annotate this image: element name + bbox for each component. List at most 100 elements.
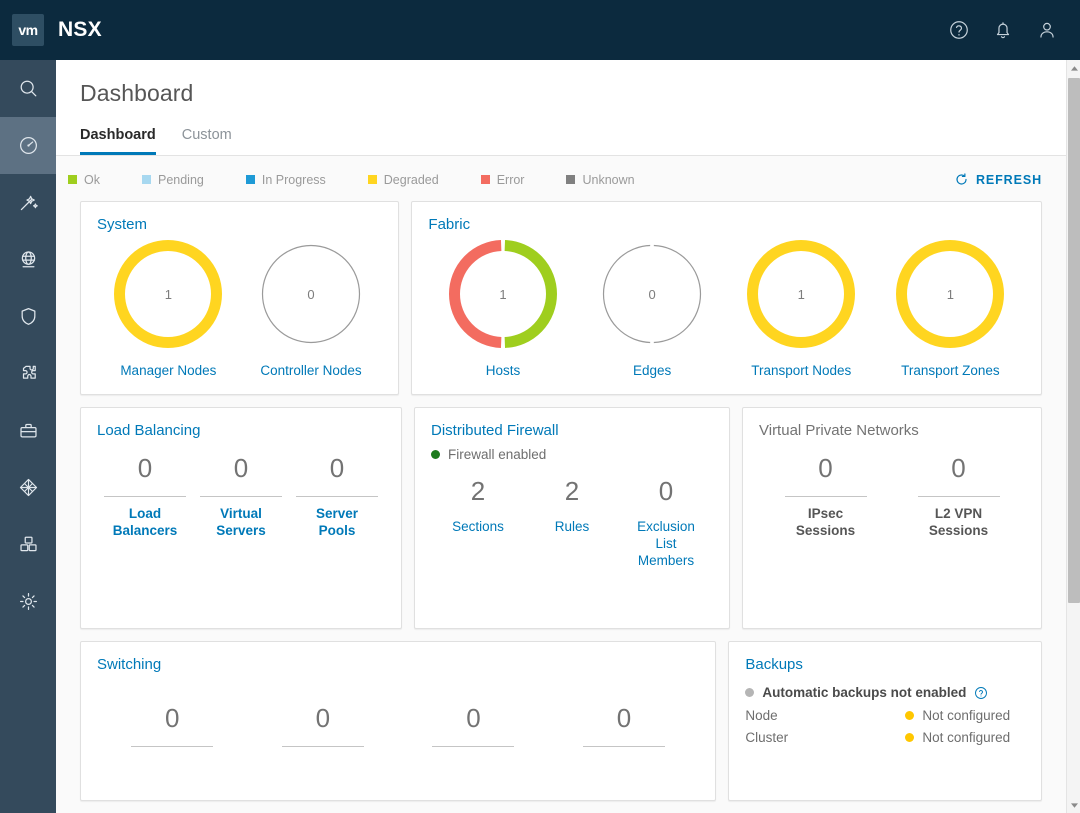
tab-custom[interactable]: Custom [182, 127, 232, 155]
backups-status: Automatic backups not enabled [745, 685, 1025, 700]
metric-value-switching-3: 0 [466, 703, 481, 733]
donut-value-edges: 0 [648, 286, 656, 302]
metric-divider [784, 496, 867, 498]
legend-item-degraded: Degraded [367, 172, 439, 187]
legend-item-pending: Pending [141, 173, 204, 187]
shield-icon [17, 305, 40, 328]
vertical-scrollbar[interactable] [1066, 60, 1080, 813]
donut-chart-edges: 0 [597, 239, 707, 349]
refresh-icon [954, 172, 969, 187]
donut-hosts[interactable]: 1 Hosts [448, 239, 558, 378]
metric-load-balancers[interactable]: 0 Load Balancers [97, 453, 193, 540]
donut-chart-transport-nodes: 1 [746, 239, 856, 349]
metric-divider [200, 496, 282, 498]
sidebar-item-fabric[interactable] [0, 459, 56, 516]
metric-value-switching-4: 0 [616, 703, 632, 733]
globe-network-icon [17, 248, 40, 271]
metric-value-exclusion-list-members: 0 [658, 476, 674, 506]
firewall-status: Firewall enabled [431, 447, 713, 462]
card-title-backups: Backups [745, 656, 803, 673]
metric-switching-2[interactable]: 0 [275, 703, 371, 756]
metric-exclusion-list-members[interactable]: 0 Exclusion List Members [619, 476, 713, 570]
card-switching: Switching 0 0 0 0 [80, 641, 717, 801]
legend-swatch-degraded [367, 175, 377, 184]
sidebar-item-security[interactable] [0, 288, 56, 345]
notifications-bell-icon[interactable] [992, 19, 1014, 41]
backup-value-cluster: Not configured [905, 730, 1010, 745]
legend-item-ok: Ok [68, 173, 100, 187]
sidebar-item-system-settings[interactable] [0, 573, 56, 630]
metric-divider [583, 746, 666, 748]
donut-value-manager-nodes: 1 [164, 286, 172, 302]
network-grid-icon [17, 476, 40, 499]
backup-row-node: Node Not configured [745, 708, 1025, 723]
user-account-icon[interactable] [1036, 19, 1058, 41]
scroll-up-arrow-icon[interactable] [1067, 60, 1080, 76]
metric-virtual-servers[interactable]: 0 Virtual Servers [193, 453, 289, 540]
help-icon[interactable] [948, 19, 970, 41]
scrollbar-thumb[interactable] [1068, 78, 1080, 603]
scroll-down-arrow-icon[interactable] [1067, 797, 1080, 813]
donut-chart-transport-zones: 1 [895, 239, 1005, 349]
firewall-status-dot [431, 450, 440, 459]
load-balancing-metrics: 0 Load Balancers 0 Virtual Servers 0 Serve… [97, 453, 385, 540]
donut-value-transport-zones: 1 [946, 286, 954, 302]
firewall-status-text: Firewall enabled [448, 447, 547, 462]
donut-transport-zones[interactable]: 1 Transport Zones [895, 239, 1005, 378]
toolbox-icon [17, 419, 40, 442]
metric-divider [296, 496, 378, 498]
metric-switching-1[interactable]: 0 [124, 703, 220, 756]
sidebar-item-tools[interactable] [0, 402, 56, 459]
system-donut-row: 1 Manager Nodes 0 Controller Nodes [97, 239, 382, 378]
refresh-button[interactable]: REFRESH [954, 172, 1042, 187]
metric-rules[interactable]: 2 Rules [525, 476, 619, 570]
backups-status-text: Automatic backups not enabled [762, 685, 967, 700]
backups-help-icon[interactable] [974, 686, 988, 700]
sidebar-item-dashboard[interactable] [0, 117, 56, 174]
firewall-metrics: 2 Sections 2 Rules 0 Exclusion List Member… [431, 476, 713, 570]
sidebar-item-policy[interactable] [0, 174, 56, 231]
metric-sections[interactable]: 2 Sections [431, 476, 525, 570]
card-title-load-balancing: Load Balancing [97, 422, 201, 439]
metric-value-ipsec-sessions: 0 [818, 453, 833, 483]
backup-row-cluster: Cluster Not configured [745, 730, 1025, 745]
donut-value-hosts: 1 [499, 286, 507, 302]
donut-edges[interactable]: 0 Edges [597, 239, 707, 378]
metric-switching-4[interactable]: 0 [576, 703, 672, 756]
sidebar-item-networking[interactable] [0, 231, 56, 288]
donut-manager-nodes[interactable]: 1 Manager Nodes [113, 239, 223, 378]
sidebar-item-groups[interactable] [0, 516, 56, 573]
metric-value-switching-1: 0 [165, 703, 180, 733]
legend-item-error: Error [480, 173, 524, 187]
dashboard-gauge-icon [17, 134, 40, 157]
backup-cluster-status-dot [905, 733, 915, 742]
magic-wand-icon [17, 191, 40, 214]
donut-chart-hosts: 1 [448, 239, 558, 349]
donut-transport-nodes[interactable]: 1 Transport Nodes [746, 239, 856, 378]
metric-divider [432, 746, 515, 748]
metric-switching-3[interactable]: 0 [425, 703, 521, 756]
metric-label-rules: Rules [554, 519, 590, 535]
legend-label-degraded: Degraded [383, 172, 439, 187]
app-title: NSX [58, 18, 102, 41]
sidebar-item-search[interactable] [0, 60, 56, 117]
legend-item-unknown: Unknown [566, 172, 635, 187]
vpn-metrics: 0 IPsec Sessions 0 L2 VPN Sessions [759, 453, 1025, 540]
card-title-fabric: Fabric [428, 216, 471, 233]
metric-value-load-balancers: 0 [137, 453, 153, 483]
metric-label-server-pools: Server Pools [315, 506, 359, 539]
card-row-1: System 1 Manager Nodes 0 Controller Node… [80, 201, 1042, 395]
sidebar-item-inventory[interactable] [0, 345, 56, 402]
tab-dashboard[interactable]: Dashboard [80, 127, 156, 155]
metric-server-pools[interactable]: 0 Server Pools [289, 453, 385, 540]
legend-item-in-progress: In Progress [245, 173, 326, 187]
brand-logo[interactable]: vm NSX [0, 14, 102, 46]
backup-node-status-dot [905, 711, 915, 720]
backup-key-node: Node [745, 708, 778, 723]
tab-bar: Dashboard Custom [80, 127, 1066, 155]
legend-label-unknown: Unknown [582, 172, 635, 187]
donut-controller-nodes[interactable]: 0 Controller Nodes [256, 239, 366, 378]
metric-label-sections: Sections [452, 519, 504, 535]
left-nav-rail [0, 60, 56, 813]
card-fabric: Fabric 1 Hosts 0 Edges 1 Transport Nodes… [411, 201, 1042, 395]
